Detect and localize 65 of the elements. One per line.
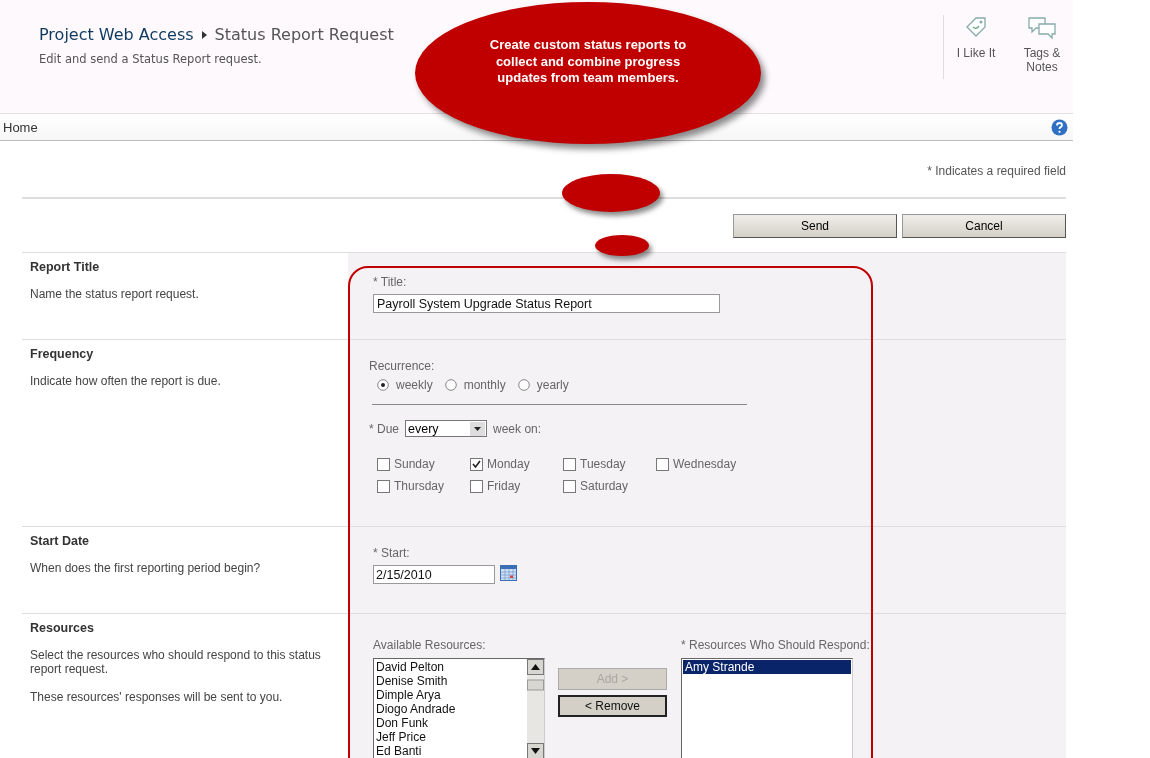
radio-button[interactable] — [377, 379, 389, 391]
form-button[interactable]: Cancel — [902, 214, 1066, 238]
field-label: * Title: — [373, 275, 408, 289]
section-description: Select the resources who should respond to this status report request. — [30, 648, 322, 676]
section-title: Resources — [30, 621, 95, 635]
section-description: Indicate how often the report is due. — [30, 374, 222, 388]
checkbox[interactable] — [563, 479, 576, 493]
field-label: * Resources Who Should Respond: — [681, 638, 870, 652]
section-title: Report Title — [30, 260, 101, 274]
checkbox-label: Sunday — [394, 457, 435, 471]
checkbox-label: Monday — [487, 457, 530, 471]
callout-tail-bubble — [595, 235, 649, 256]
field-label: * Start: — [373, 546, 411, 560]
field-label: Recurrence: — [369, 359, 436, 373]
radio-label: yearly — [536, 378, 569, 392]
section-title: Start Date — [30, 534, 91, 548]
section-description: Name the status report request. — [30, 287, 200, 301]
section-description: When does the first reporting period begin? — [30, 561, 262, 575]
checkbox-label: Saturday — [580, 479, 629, 493]
list-item[interactable]: Jeff Price — [376, 730, 456, 744]
page-subtitle: Edit and send a Status Report request. — [39, 52, 263, 66]
due-dropdown[interactable]: every — [405, 420, 488, 437]
available-resources-list[interactable]: David Pelton Denise Smith Dimple Arya Diogo Andrade Don Funk Jeff Price Ed Banti — [373, 658, 545, 758]
page-title: Status Report Request — [214, 25, 394, 44]
checkbox[interactable] — [656, 457, 669, 471]
section-title: Frequency — [30, 347, 95, 361]
list-item[interactable]: David Pelton — [376, 660, 456, 674]
callout-text: Create custom status reports to collect and combine progress updates from team members. — [488, 37, 688, 87]
radio-label: monthly — [463, 378, 506, 392]
home-link[interactable]: Home — [3, 119, 38, 135]
field-label: Available Resources: — [373, 638, 487, 652]
site-title[interactable]: Project Web Access — [39, 25, 194, 44]
list-item[interactable]: Don Funk — [376, 716, 456, 730]
scrollbar[interactable] — [527, 659, 544, 758]
checkbox-label: Thursday — [394, 479, 445, 493]
checkbox[interactable] — [377, 457, 390, 471]
list-item[interactable]: Diogo Andrade — [376, 702, 456, 716]
field-label: * Due — [369, 421, 400, 436]
checkbox[interactable] — [377, 479, 390, 493]
form-button[interactable]: Send — [733, 214, 897, 238]
breadcrumb-arrow-icon — [201, 30, 207, 39]
field-label: week on: — [493, 421, 542, 436]
radio-button[interactable] — [444, 379, 457, 391]
section-description: These resources' responses will be sent to you. — [30, 690, 284, 704]
checkbox[interactable] — [563, 457, 576, 471]
date-input-field[interactable]: 2/15/2010 — [373, 565, 495, 584]
list-item[interactable]: Dimple Arya — [376, 688, 456, 702]
speech-bubbles-icon[interactable] — [1027, 15, 1057, 41]
checkbox[interactable] — [470, 457, 483, 471]
move-button[interactable]: < Remove — [558, 695, 667, 717]
radio-button[interactable] — [517, 379, 530, 391]
radio-label: weekly — [396, 378, 433, 392]
checkbox-label: Friday — [487, 479, 521, 493]
responders-list[interactable]: Amy Strande — [681, 658, 853, 758]
checkbox-label: Tuesday — [580, 457, 626, 471]
title-input-field[interactable]: Payroll System Upgrade Status Report — [373, 294, 720, 313]
list-item[interactable]: Ed Banti — [376, 744, 456, 758]
action-label[interactable]: I Like It — [956, 46, 996, 60]
help-icon[interactable] — [1051, 118, 1068, 136]
list-item[interactable]: Denise Smith — [376, 674, 456, 688]
checkbox[interactable] — [470, 479, 483, 493]
action-label[interactable]: Tags & Notes — [1023, 46, 1061, 74]
checkbox-label: Wednesday — [673, 457, 737, 471]
calendar-icon[interactable] — [500, 565, 517, 581]
list-item[interactable]: Amy Strande — [683, 660, 851, 674]
